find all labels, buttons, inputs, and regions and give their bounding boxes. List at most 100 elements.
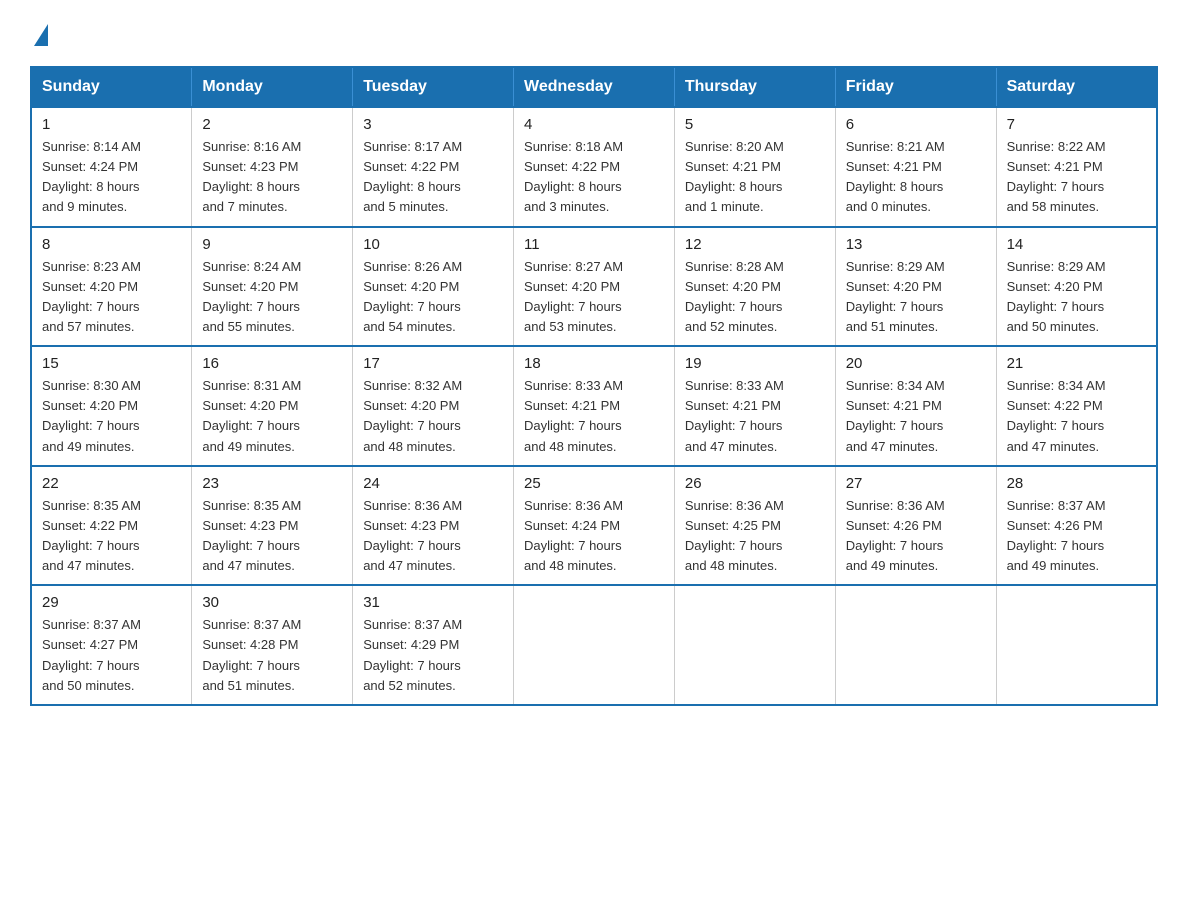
calendar-day-16: 16 Sunrise: 8:31 AMSunset: 4:20 PMDaylig…	[192, 346, 353, 466]
calendar-day-22: 22 Sunrise: 8:35 AMSunset: 4:22 PMDaylig…	[31, 466, 192, 586]
weekday-header-thursday: Thursday	[674, 67, 835, 107]
day-number: 21	[1007, 355, 1146, 372]
day-number: 27	[846, 475, 986, 492]
day-number: 6	[846, 116, 986, 133]
day-info: Sunrise: 8:37 AMSunset: 4:26 PMDaylight:…	[1007, 496, 1146, 577]
day-number: 10	[363, 236, 503, 253]
calendar-week-5: 29 Sunrise: 8:37 AMSunset: 4:27 PMDaylig…	[31, 585, 1157, 705]
day-info: Sunrise: 8:32 AMSunset: 4:20 PMDaylight:…	[363, 376, 503, 457]
day-number: 7	[1007, 116, 1146, 133]
day-info: Sunrise: 8:36 AMSunset: 4:24 PMDaylight:…	[524, 496, 664, 577]
day-number: 1	[42, 116, 181, 133]
day-info: Sunrise: 8:35 AMSunset: 4:23 PMDaylight:…	[202, 496, 342, 577]
logo-triangle-icon	[34, 24, 48, 46]
calendar-day-14: 14 Sunrise: 8:29 AMSunset: 4:20 PMDaylig…	[996, 227, 1157, 347]
logo-top	[30, 20, 48, 46]
day-number: 15	[42, 355, 181, 372]
day-info: Sunrise: 8:18 AMSunset: 4:22 PMDaylight:…	[524, 137, 664, 218]
day-info: Sunrise: 8:24 AMSunset: 4:20 PMDaylight:…	[202, 257, 342, 338]
day-info: Sunrise: 8:36 AMSunset: 4:23 PMDaylight:…	[363, 496, 503, 577]
day-info: Sunrise: 8:37 AMSunset: 4:29 PMDaylight:…	[363, 615, 503, 696]
calendar-empty-cell	[514, 585, 675, 705]
day-number: 11	[524, 236, 664, 253]
day-info: Sunrise: 8:31 AMSunset: 4:20 PMDaylight:…	[202, 376, 342, 457]
calendar-day-4: 4 Sunrise: 8:18 AMSunset: 4:22 PMDayligh…	[514, 107, 675, 227]
day-info: Sunrise: 8:22 AMSunset: 4:21 PMDaylight:…	[1007, 137, 1146, 218]
day-number: 5	[685, 116, 825, 133]
weekday-header-friday: Friday	[835, 67, 996, 107]
day-number: 14	[1007, 236, 1146, 253]
calendar-day-2: 2 Sunrise: 8:16 AMSunset: 4:23 PMDayligh…	[192, 107, 353, 227]
day-info: Sunrise: 8:34 AMSunset: 4:22 PMDaylight:…	[1007, 376, 1146, 457]
calendar-day-12: 12 Sunrise: 8:28 AMSunset: 4:20 PMDaylig…	[674, 227, 835, 347]
day-info: Sunrise: 8:21 AMSunset: 4:21 PMDaylight:…	[846, 137, 986, 218]
day-number: 17	[363, 355, 503, 372]
day-info: Sunrise: 8:36 AMSunset: 4:25 PMDaylight:…	[685, 496, 825, 577]
calendar-week-3: 15 Sunrise: 8:30 AMSunset: 4:20 PMDaylig…	[31, 346, 1157, 466]
day-number: 29	[42, 594, 181, 611]
day-info: Sunrise: 8:16 AMSunset: 4:23 PMDaylight:…	[202, 137, 342, 218]
day-info: Sunrise: 8:17 AMSunset: 4:22 PMDaylight:…	[363, 137, 503, 218]
day-number: 9	[202, 236, 342, 253]
calendar-day-26: 26 Sunrise: 8:36 AMSunset: 4:25 PMDaylig…	[674, 466, 835, 586]
calendar-day-31: 31 Sunrise: 8:37 AMSunset: 4:29 PMDaylig…	[353, 585, 514, 705]
day-number: 13	[846, 236, 986, 253]
calendar-day-5: 5 Sunrise: 8:20 AMSunset: 4:21 PMDayligh…	[674, 107, 835, 227]
day-info: Sunrise: 8:37 AMSunset: 4:27 PMDaylight:…	[42, 615, 181, 696]
day-number: 25	[524, 475, 664, 492]
weekday-header-saturday: Saturday	[996, 67, 1157, 107]
day-info: Sunrise: 8:14 AMSunset: 4:24 PMDaylight:…	[42, 137, 181, 218]
calendar-day-23: 23 Sunrise: 8:35 AMSunset: 4:23 PMDaylig…	[192, 466, 353, 586]
day-number: 24	[363, 475, 503, 492]
day-info: Sunrise: 8:33 AMSunset: 4:21 PMDaylight:…	[524, 376, 664, 457]
calendar-day-13: 13 Sunrise: 8:29 AMSunset: 4:20 PMDaylig…	[835, 227, 996, 347]
day-info: Sunrise: 8:29 AMSunset: 4:20 PMDaylight:…	[1007, 257, 1146, 338]
day-info: Sunrise: 8:33 AMSunset: 4:21 PMDaylight:…	[685, 376, 825, 457]
calendar-day-1: 1 Sunrise: 8:14 AMSunset: 4:24 PMDayligh…	[31, 107, 192, 227]
day-number: 23	[202, 475, 342, 492]
calendar-empty-cell	[996, 585, 1157, 705]
calendar-week-2: 8 Sunrise: 8:23 AMSunset: 4:20 PMDayligh…	[31, 227, 1157, 347]
calendar-day-30: 30 Sunrise: 8:37 AMSunset: 4:28 PMDaylig…	[192, 585, 353, 705]
weekday-header-wednesday: Wednesday	[514, 67, 675, 107]
calendar-day-10: 10 Sunrise: 8:26 AMSunset: 4:20 PMDaylig…	[353, 227, 514, 347]
day-number: 26	[685, 475, 825, 492]
calendar-day-7: 7 Sunrise: 8:22 AMSunset: 4:21 PMDayligh…	[996, 107, 1157, 227]
day-info: Sunrise: 8:36 AMSunset: 4:26 PMDaylight:…	[846, 496, 986, 577]
calendar-empty-cell	[674, 585, 835, 705]
calendar-day-15: 15 Sunrise: 8:30 AMSunset: 4:20 PMDaylig…	[31, 346, 192, 466]
day-number: 20	[846, 355, 986, 372]
weekday-header-monday: Monday	[192, 67, 353, 107]
day-number: 31	[363, 594, 503, 611]
calendar-day-17: 17 Sunrise: 8:32 AMSunset: 4:20 PMDaylig…	[353, 346, 514, 466]
calendar-day-21: 21 Sunrise: 8:34 AMSunset: 4:22 PMDaylig…	[996, 346, 1157, 466]
calendar-day-20: 20 Sunrise: 8:34 AMSunset: 4:21 PMDaylig…	[835, 346, 996, 466]
calendar-day-25: 25 Sunrise: 8:36 AMSunset: 4:24 PMDaylig…	[514, 466, 675, 586]
calendar-day-27: 27 Sunrise: 8:36 AMSunset: 4:26 PMDaylig…	[835, 466, 996, 586]
day-info: Sunrise: 8:37 AMSunset: 4:28 PMDaylight:…	[202, 615, 342, 696]
day-number: 22	[42, 475, 181, 492]
day-info: Sunrise: 8:27 AMSunset: 4:20 PMDaylight:…	[524, 257, 664, 338]
calendar-day-28: 28 Sunrise: 8:37 AMSunset: 4:26 PMDaylig…	[996, 466, 1157, 586]
day-number: 4	[524, 116, 664, 133]
weekday-header-sunday: Sunday	[31, 67, 192, 107]
day-number: 18	[524, 355, 664, 372]
calendar-day-24: 24 Sunrise: 8:36 AMSunset: 4:23 PMDaylig…	[353, 466, 514, 586]
calendar-day-9: 9 Sunrise: 8:24 AMSunset: 4:20 PMDayligh…	[192, 227, 353, 347]
day-number: 28	[1007, 475, 1146, 492]
calendar-day-18: 18 Sunrise: 8:33 AMSunset: 4:21 PMDaylig…	[514, 346, 675, 466]
calendar-day-6: 6 Sunrise: 8:21 AMSunset: 4:21 PMDayligh…	[835, 107, 996, 227]
day-number: 2	[202, 116, 342, 133]
calendar-day-8: 8 Sunrise: 8:23 AMSunset: 4:20 PMDayligh…	[31, 227, 192, 347]
logo	[30, 20, 48, 46]
calendar-day-3: 3 Sunrise: 8:17 AMSunset: 4:22 PMDayligh…	[353, 107, 514, 227]
day-info: Sunrise: 8:29 AMSunset: 4:20 PMDaylight:…	[846, 257, 986, 338]
day-info: Sunrise: 8:28 AMSunset: 4:20 PMDaylight:…	[685, 257, 825, 338]
day-info: Sunrise: 8:23 AMSunset: 4:20 PMDaylight:…	[42, 257, 181, 338]
day-info: Sunrise: 8:20 AMSunset: 4:21 PMDaylight:…	[685, 137, 825, 218]
day-number: 3	[363, 116, 503, 133]
day-info: Sunrise: 8:34 AMSunset: 4:21 PMDaylight:…	[846, 376, 986, 457]
day-number: 30	[202, 594, 342, 611]
day-number: 8	[42, 236, 181, 253]
day-info: Sunrise: 8:35 AMSunset: 4:22 PMDaylight:…	[42, 496, 181, 577]
